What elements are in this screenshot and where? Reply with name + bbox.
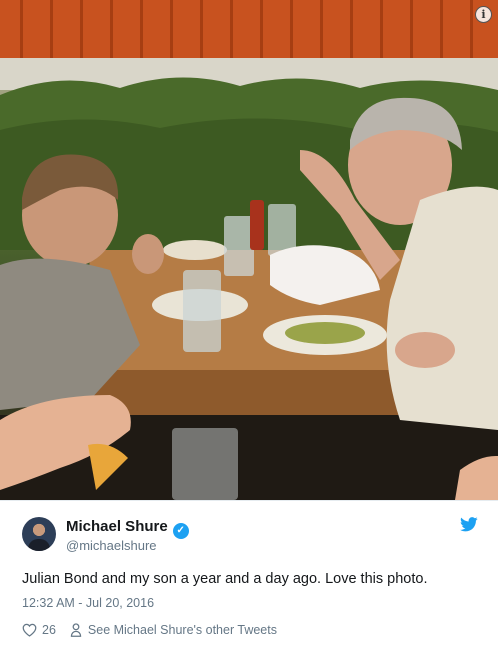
tweet-text: Julian Bond and my son a year and a day … — [22, 571, 428, 587]
info-icon[interactable]: i — [475, 6, 492, 23]
heart-icon[interactable] — [22, 623, 37, 637]
person-icon — [70, 623, 82, 637]
avatar[interactable] — [22, 517, 56, 551]
like-count[interactable]: 26 — [42, 623, 56, 637]
twitter-bird-icon[interactable] — [460, 517, 478, 532]
tweet-card: Michael Shure ✓ @michaelshure Julian Bond… — [0, 500, 498, 649]
author-name-text[interactable]: Michael Shure — [66, 518, 168, 535]
restaurant-photo-illustration — [0, 0, 498, 500]
author-handle[interactable]: @michaelshure — [66, 538, 157, 553]
tweet-actions: 26 See Michael Shure's other Tweets — [22, 623, 277, 637]
other-tweets-link[interactable]: See Michael Shure's other Tweets — [88, 623, 277, 637]
verified-badge-icon: ✓ — [172, 522, 189, 539]
author-display-name[interactable]: Michael Shure ✓ — [66, 518, 189, 539]
tweet-timestamp[interactable]: 12:32 AM - Jul 20, 2016 — [22, 596, 154, 610]
tweet-photo[interactable]: i — [0, 0, 498, 500]
